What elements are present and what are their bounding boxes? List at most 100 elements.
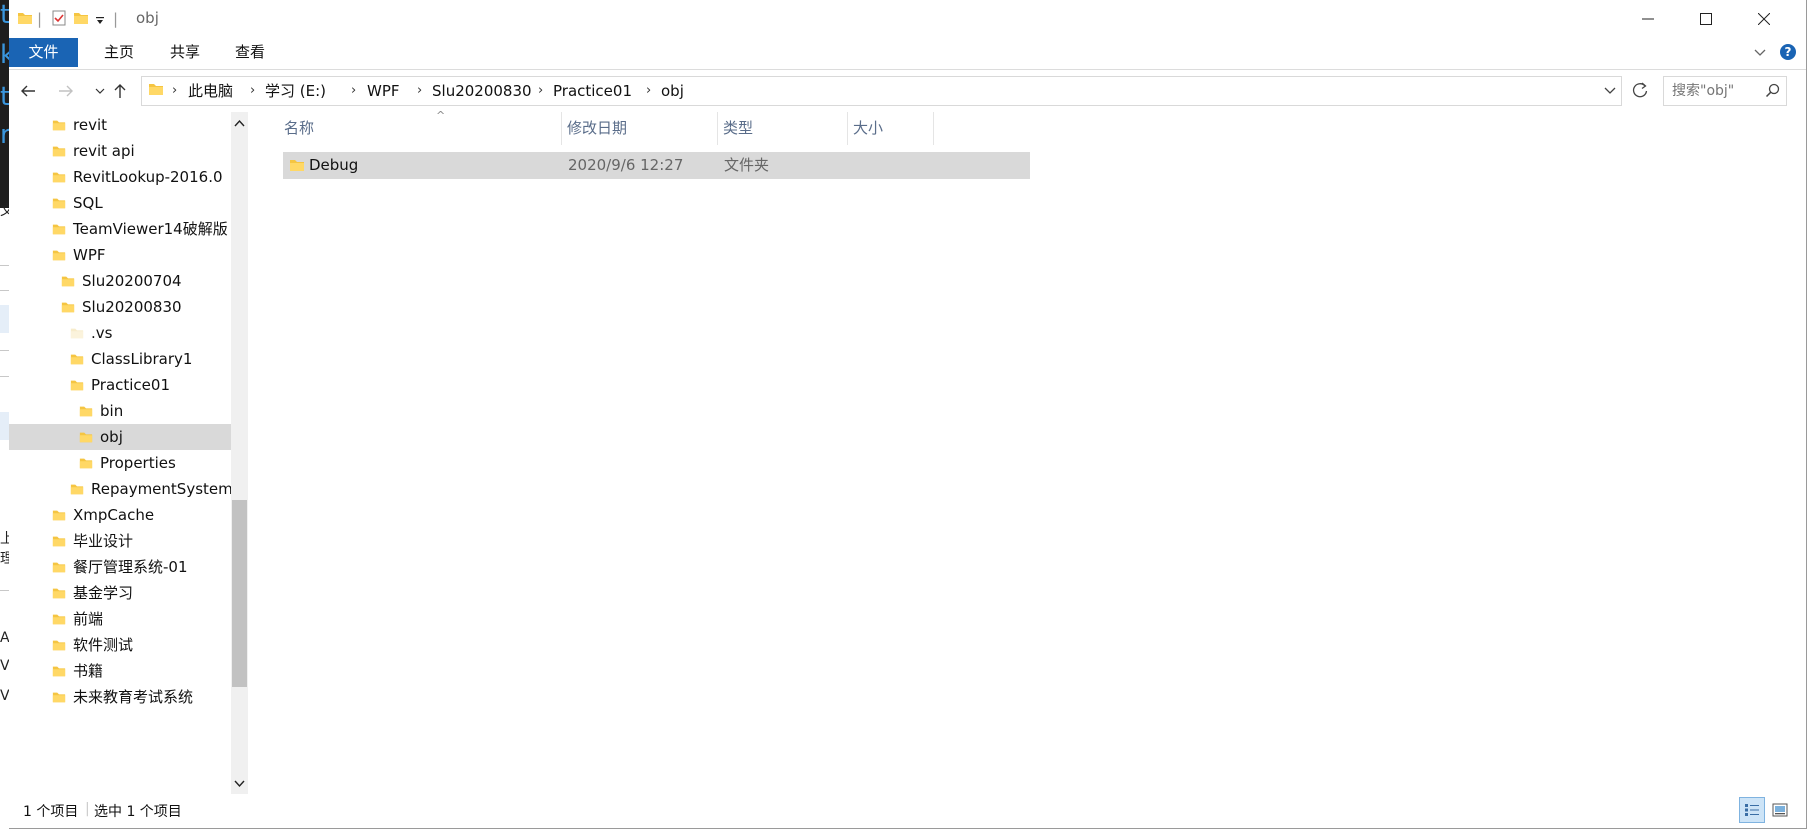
file-type: 文件夹 [724, 156, 770, 174]
search-input[interactable] [1664, 77, 1762, 105]
tree-item-label: Slu20200830 [82, 298, 182, 316]
tree-item[interactable]: 毕业设计 [9, 528, 231, 554]
folder-icon [70, 482, 84, 500]
tree-item[interactable]: 书籍 [9, 658, 231, 684]
details-view-button[interactable] [1739, 797, 1765, 823]
chevron-right-icon[interactable]: › [250, 77, 255, 105]
customize-toolbar-dropdown-icon[interactable] [95, 12, 105, 30]
folder-icon [79, 404, 93, 422]
folder-icon [52, 118, 66, 136]
tree-item[interactable]: 前端 [9, 606, 231, 632]
forward-button[interactable] [53, 78, 79, 104]
status-item-count: 1 个项目 [23, 804, 79, 820]
folder-icon [52, 560, 66, 578]
folder-icon [17, 10, 33, 30]
column-divider[interactable] [717, 112, 718, 145]
tree-item[interactable]: RepaymentSystem [9, 476, 231, 502]
folder-icon [79, 456, 93, 474]
column-divider[interactable] [933, 112, 934, 145]
help-icon[interactable]: ? [1780, 44, 1796, 60]
background-divider [0, 350, 9, 351]
close-button[interactable] [1735, 0, 1793, 38]
file-modified: 2020/9/6 12:27 [568, 156, 684, 174]
refresh-button[interactable] [1629, 79, 1651, 101]
chevron-right-icon[interactable]: › [646, 77, 651, 105]
back-button[interactable] [15, 78, 41, 104]
tree-item-label: 书籍 [73, 662, 104, 680]
tree-item-label: TeamViewer14破解版 [73, 220, 228, 238]
folder-icon [52, 144, 66, 162]
column-header-size[interactable]: 大小 [853, 112, 883, 145]
tree-item[interactable]: 基金学习 [9, 580, 231, 606]
tree-item[interactable]: SQL [9, 190, 231, 216]
file-row-debug[interactable]: Debug 2020/9/6 12:27 文件夹 [283, 152, 1030, 179]
navigation-pane-scrollbar[interactable] [231, 112, 248, 794]
tree-item-label: ClassLibrary1 [91, 350, 193, 368]
tree-item-label: revit [73, 116, 107, 134]
tab-home[interactable]: 主页 [91, 38, 147, 67]
tree-item-label: Practice01 [91, 376, 170, 394]
folder-icon [52, 586, 66, 604]
tree-item-label: 软件测试 [73, 636, 134, 654]
address-history-dropdown-icon[interactable] [1603, 83, 1617, 101]
chevron-right-icon[interactable]: › [417, 77, 422, 105]
tree-item[interactable]: bin [9, 398, 231, 424]
tree-item-label: revit api [73, 142, 135, 160]
search-box[interactable] [1663, 76, 1787, 106]
address-bar[interactable]: › 此电脑 › 学习 (E:) › WPF › Slu20200830 › Pr… [141, 76, 1622, 106]
tree-item[interactable]: RevitLookup-2016.0 [9, 164, 231, 190]
background-fragment: k [0, 40, 9, 70]
tree-item[interactable]: revit [9, 112, 231, 138]
tree-item[interactable]: Slu20200704 [9, 268, 231, 294]
tree-item[interactable]: TeamViewer14破解版 [9, 216, 231, 242]
breadcrumb-slu20200830[interactable]: Slu20200830 [432, 77, 532, 105]
scroll-up-icon[interactable] [233, 116, 246, 134]
properties-icon[interactable] [51, 10, 67, 30]
tree-item[interactable]: Practice01 [9, 372, 231, 398]
column-divider[interactable] [847, 112, 848, 145]
tree-item[interactable]: 软件测试 [9, 632, 231, 658]
new-folder-icon[interactable] [73, 10, 89, 30]
large-icons-view-button[interactable] [1767, 797, 1793, 823]
scroll-down-icon[interactable] [233, 776, 246, 794]
scrollbar-thumb[interactable] [232, 500, 247, 687]
expand-ribbon-icon[interactable] [1753, 45, 1767, 63]
folder-icon [70, 378, 84, 396]
tree-item-label: 前端 [73, 610, 104, 628]
tab-file[interactable]: 文件 [9, 38, 78, 67]
tree-item[interactable]: obj [9, 424, 231, 450]
column-header-name[interactable]: 名称 [284, 112, 314, 145]
column-header-modified[interactable]: 修改日期 [567, 112, 627, 145]
maximize-button[interactable] [1677, 0, 1735, 38]
tree-item[interactable]: XmpCache [9, 502, 231, 528]
chevron-right-icon[interactable]: › [172, 77, 177, 105]
file-name: Debug [309, 156, 359, 174]
tree-item[interactable]: WPF [9, 242, 231, 268]
column-divider[interactable] [561, 112, 562, 145]
tree-item[interactable]: .vs [9, 320, 231, 346]
tree-item[interactable]: revit api [9, 138, 231, 164]
tree-item[interactable]: ClassLibrary1 [9, 346, 231, 372]
tab-share[interactable]: 共享 [157, 38, 213, 67]
background-row [0, 305, 9, 333]
folder-icon [52, 638, 66, 656]
tab-view[interactable]: 查看 [222, 38, 278, 67]
status-divider: | [85, 801, 90, 817]
tree-item-label: SQL [73, 194, 103, 212]
chevron-right-icon[interactable]: › [351, 77, 356, 105]
chevron-right-icon[interactable]: › [538, 77, 543, 105]
tree-item[interactable]: 餐厅管理系统-01 [9, 554, 231, 580]
tree-item[interactable]: 未来教育考试系统 [9, 684, 231, 710]
tree-item[interactable]: Slu20200830 [9, 294, 231, 320]
column-header-type[interactable]: 类型 [723, 112, 753, 145]
breadcrumb-this-pc[interactable]: 此电脑 [188, 77, 233, 105]
minimize-button[interactable] [1619, 0, 1677, 38]
up-button[interactable] [107, 78, 133, 104]
breadcrumb-practice01[interactable]: Practice01 [553, 77, 632, 105]
breadcrumb-wpf[interactable]: WPF [367, 77, 400, 105]
breadcrumb-drive-e[interactable]: 学习 (E:) [265, 77, 326, 105]
search-icon[interactable] [1765, 83, 1780, 102]
folder-icon [52, 664, 66, 682]
tree-item[interactable]: Properties [9, 450, 231, 476]
breadcrumb-obj[interactable]: obj [661, 77, 684, 105]
